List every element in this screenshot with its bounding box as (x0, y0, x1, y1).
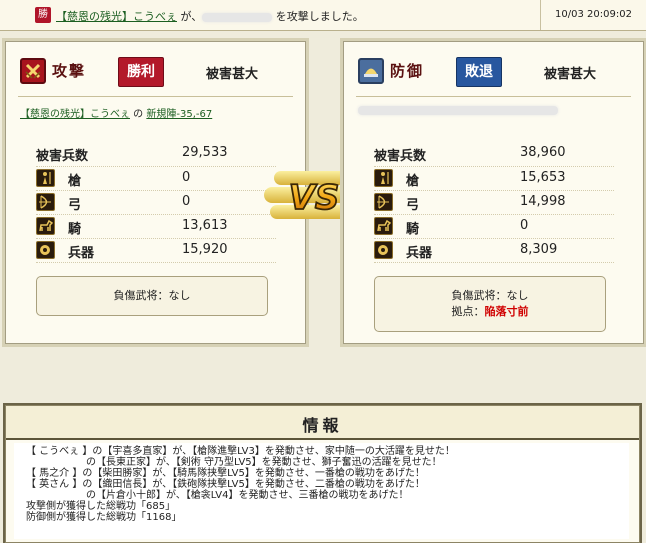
unit-label: 兵器 (406, 246, 433, 261)
log-line: 【 英さん 】の【織田信長】が、【鉄砲隊挟撃LV5】を発動させ、二番槍の戦功をあ… (26, 479, 425, 490)
unit-row-siege: 兵器 15,920 (36, 239, 276, 263)
unit-row-spear: 槍 0 (36, 167, 276, 191)
attacker-alliance-link[interactable]: 【慈恩の残光】 (56, 10, 133, 23)
attacker-info-line: 【慈恩の残光】こうべぇ の 新規陣-35,-67 (20, 105, 212, 120)
bow-icon (374, 193, 393, 211)
spear-icon (374, 169, 393, 187)
notification-suffix: を攻撃しました。 (272, 10, 364, 23)
victory-badge: 勝利 (118, 57, 164, 87)
defender-merit-line: 防御側が獲得した総戦功「1168」 (26, 512, 182, 523)
total-losses-label: 被害兵数 (374, 149, 427, 164)
siege-icon (374, 241, 393, 259)
win-badge-icon: 勝 (35, 7, 51, 23)
siege-icon (36, 241, 55, 259)
defeat-badge: 敗退 (456, 57, 502, 87)
base-status-value: 陥落寸前 (484, 305, 529, 318)
log-line: 【 馬之介 】の【柴田勝家】が、【騎馬隊挟撃LV5】を発動させ、一番槍の戦功をあ… (26, 468, 425, 479)
log-line: 【 こうべぇ 】の【宇喜多直家】が、【槍隊進撃LV3】を発動させ、家中随一の大活… (26, 446, 455, 457)
battle-info-section: 情報 【 こうべぇ 】の【宇喜多直家】が、【槍隊進撃LV3】を発動させ、家中随一… (3, 403, 642, 543)
wounded-value: なし (168, 289, 191, 302)
wounded-label: 負傷武将： (113, 289, 169, 302)
unit-label: 弓 (406, 198, 420, 213)
unit-value: 14,998 (520, 194, 566, 209)
unit-value: 13,613 (182, 218, 228, 233)
attacker-merit-line: 攻撃側が獲得した総戦功「685」 (26, 501, 176, 512)
defender-panel: 防御 敗退 被害甚大 被害兵数 38,960 槍 15,653 弓 14,998… (340, 38, 646, 347)
defender-info-line (358, 105, 558, 116)
base-status-line: 拠点：陥落寸前 (375, 304, 605, 320)
spear-icon (36, 169, 55, 187)
attacker-location-link[interactable]: 新規陣-35,-67 (146, 109, 212, 120)
wounded-generals-line: 負傷武将：なし (375, 288, 605, 304)
bow-icon (36, 193, 55, 211)
helmet-icon (358, 58, 384, 84)
horse-icon (36, 217, 55, 235)
divider (18, 96, 293, 97)
defense-role-label: 防御 (390, 62, 425, 80)
attacker-alliance-link[interactable]: 【慈恩の残光】 (20, 109, 90, 120)
unit-row-bow: 弓 0 (36, 191, 276, 215)
attacker-header: 攻撃 勝利 被害甚大 (20, 56, 296, 88)
total-losses-row: 被害兵数 29,533 (36, 142, 276, 167)
horse-icon (374, 217, 393, 235)
log-line: の【片倉小十郎】が、【槍衾LV4】を発動させ、三番槍の戦功をあげた！ (26, 490, 409, 501)
unit-label: 騎 (68, 222, 82, 237)
total-losses-value: 29,533 (182, 145, 228, 160)
battle-timestamp: 10/03 20:09:02 (540, 0, 646, 30)
attacker-player-link[interactable]: こうべぇ (90, 109, 130, 120)
unit-row-horse: 騎 13,613 (36, 215, 276, 239)
unit-label: 弓 (68, 198, 82, 213)
wounded-generals-box: 負傷武将：なし 拠点：陥落寸前 (374, 276, 606, 332)
attacker-loss-table: 被害兵数 29,533 槍 0 弓 0 騎 13,613 兵器 15,920 (36, 142, 276, 263)
attacker-panel: 攻撃 勝利 被害甚大 【慈恩の残光】こうべぇ の 新規陣-35,-67 被害兵数… (2, 38, 309, 347)
attack-role-label: 攻撃 (52, 62, 87, 80)
unit-label: 騎 (406, 222, 420, 237)
unit-label: 兵器 (68, 246, 95, 261)
unit-value: 0 (182, 170, 191, 185)
unit-value: 0 (182, 194, 191, 209)
wounded-label: 負傷武将： (451, 289, 507, 302)
unit-label: 槍 (68, 174, 82, 189)
notification-particle: が、 (177, 10, 203, 23)
total-losses-value: 38,960 (520, 145, 566, 160)
battle-notification-bar: 勝 【慈恩の残光】こうべぇ が、 を攻撃しました。 10/03 20:09:02 (0, 0, 646, 31)
defender-header: 防御 敗退 被害甚大 (358, 56, 634, 88)
unit-row-horse: 騎 0 (374, 215, 614, 239)
unit-row-bow: 弓 14,998 (374, 191, 614, 215)
info-title: 情報 (302, 416, 343, 435)
unit-value: 8,309 (520, 242, 558, 257)
crossed-swords-icon (20, 58, 46, 84)
wounded-generals-box: 負傷武将：なし (36, 276, 268, 316)
total-losses-label: 被害兵数 (36, 149, 89, 164)
total-losses-row: 被害兵数 38,960 (374, 142, 614, 167)
unit-row-spear: 槍 15,653 (374, 167, 614, 191)
log-line: の【長東正家】が、【剣術 守乃型LV5】を発動させ、獅子奮迅の活躍を見せた！ (26, 457, 442, 468)
battle-log-lines: 【 こうべぇ 】の【宇喜多直家】が、【槍隊進撃LV3】を発動させ、家中随一の大活… (26, 446, 455, 523)
unit-value: 15,920 (182, 242, 228, 257)
wounded-value: なし (506, 289, 529, 302)
unit-value: 0 (520, 218, 529, 233)
redacted-target-name (202, 12, 273, 22)
divider (356, 96, 631, 97)
defense-damage-level: 被害甚大 (544, 67, 597, 82)
unit-row-siege: 兵器 8,309 (374, 239, 614, 263)
battle-log: 【 こうべぇ 】の【宇喜多直家】が、【槍隊進撃LV3】を発動させ、家中随一の大活… (14, 443, 629, 539)
info-header: 情報 (6, 406, 639, 440)
unit-value: 15,653 (520, 170, 566, 185)
particle-no: の (130, 109, 147, 120)
attacker-player-link[interactable]: こうべぇ (133, 10, 177, 23)
vs-text: VS (289, 178, 340, 218)
attack-damage-level: 被害甚大 (206, 67, 259, 82)
defender-loss-table: 被害兵数 38,960 槍 15,653 弓 14,998 騎 0 兵器 8,3… (374, 142, 614, 263)
wounded-generals-line: 負傷武将：なし (37, 288, 267, 304)
base-label: 拠点： (451, 305, 485, 318)
notification-message: 【慈恩の残光】こうべぇ が、 を攻撃しました。 (56, 8, 364, 24)
unit-label: 槍 (406, 174, 420, 189)
redacted-defender-info (358, 105, 558, 115)
